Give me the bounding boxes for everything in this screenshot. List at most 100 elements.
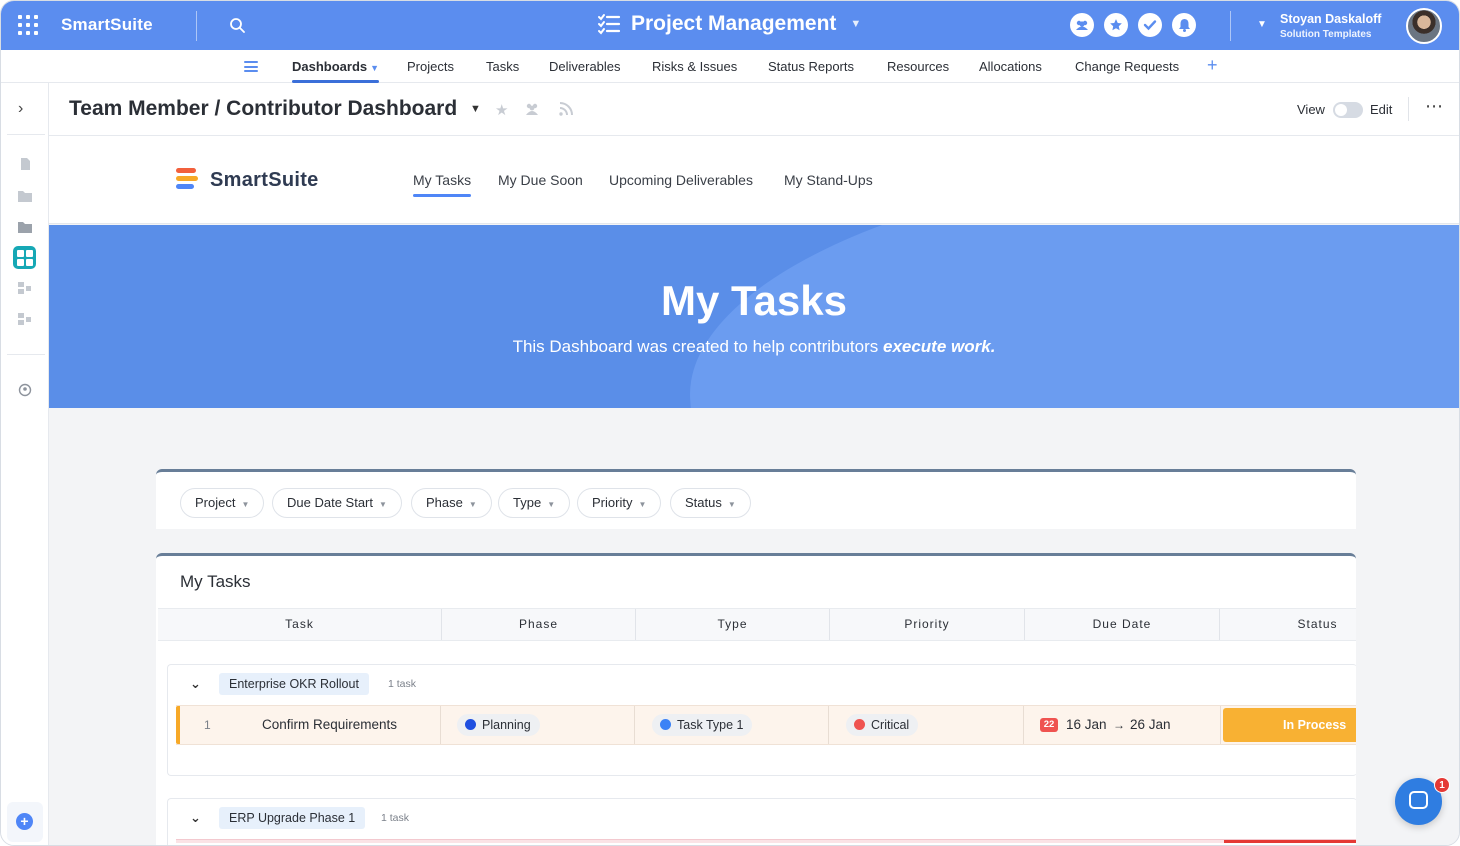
filter-due-date-start[interactable]: Due Date Start ▼ (272, 488, 402, 518)
filter-priority[interactable]: Priority ▼ (577, 488, 662, 518)
column-header-task[interactable]: Task (158, 609, 442, 640)
divider (7, 134, 45, 135)
chevron-right-icon[interactable]: › (18, 100, 23, 118)
user-workspace: Solution Templates (1280, 29, 1372, 40)
app-title-text: Project Management (631, 12, 837, 35)
team-icon[interactable] (524, 101, 540, 117)
tab-my-stand-ups[interactable]: My Stand-Ups (784, 172, 873, 188)
status-badge[interactable] (1224, 840, 1356, 843)
task-group: ⌄ ERP Upgrade Phase 1 1 task (167, 798, 1356, 845)
filter-label: Due Date Start (287, 495, 373, 510)
column-header-phase[interactable]: Phase (442, 609, 636, 640)
star-icon[interactable]: ★ (495, 101, 511, 119)
filter-status[interactable]: Status ▼ (670, 488, 751, 518)
column-header-priority[interactable]: Priority (830, 609, 1025, 640)
status-dot (465, 719, 476, 730)
chevron-down-icon[interactable]: ⌄ (190, 676, 201, 692)
rss-icon[interactable] (558, 101, 574, 117)
bell-icon[interactable] (1172, 13, 1196, 37)
filter-phase[interactable]: Phase ▼ (411, 488, 492, 518)
menu-icon[interactable] (244, 61, 258, 72)
nav-risks-issues[interactable]: Risks & Issues (652, 59, 737, 74)
chevron-down-icon[interactable]: ⌄ (190, 810, 201, 826)
nav-projects[interactable]: Projects (407, 59, 454, 74)
solution-title[interactable]: Project Management ▼ (597, 12, 861, 36)
hero-subtitle-emphasis: execute work. (882, 337, 996, 356)
avatar[interactable] (1406, 8, 1442, 44)
star-icon[interactable] (1104, 13, 1128, 37)
calendar-icon: 22 (1040, 718, 1058, 732)
dashboard-canvas: SmartSuite My Tasks My Due Soon Upcoming… (49, 136, 1459, 845)
nav-tasks[interactable]: Tasks (486, 59, 519, 74)
nav-status-reports[interactable]: Status Reports (768, 59, 854, 74)
status-badge[interactable]: In Process (1223, 708, 1356, 742)
table-row[interactable] (176, 839, 1356, 843)
apps-grid-icon[interactable] (18, 15, 38, 35)
team-icon[interactable] (1070, 13, 1094, 37)
nav-label: Dashboards (292, 59, 368, 74)
filter-bar: Project ▼ Due Date Start ▼ Phase ▼ Type ▼ Pr… (156, 469, 1356, 529)
phase-label: Planning (482, 718, 531, 732)
add-table-button[interactable]: + (1207, 55, 1218, 76)
nav-deliverables[interactable]: Deliverables (549, 59, 621, 74)
column-header-type[interactable]: Type (636, 609, 830, 640)
document-icon[interactable] (17, 157, 33, 171)
widget-title: My Tasks (180, 572, 251, 591)
group-label[interactable]: Enterprise OKR Rollout (219, 673, 369, 695)
chevron-down-icon[interactable]: ▼ (1257, 19, 1267, 30)
dashboard-icon[interactable] (17, 312, 33, 326)
notification-badge: 1 (1434, 777, 1450, 793)
more-options-icon[interactable]: ⋯ (1425, 96, 1444, 117)
my-tasks-widget: My Tasks Task Phase Type Priority Due Da… (156, 553, 1356, 845)
solution-nav: Dashboards ▼ Projects Tasks Deliverables … (1, 50, 1459, 83)
tab-my-tasks[interactable]: My Tasks (413, 172, 472, 197)
nav-dashboards[interactable]: Dashboards ▼ (292, 59, 380, 83)
dashboard-icon[interactable] (13, 246, 36, 269)
phase-pill: Planning (457, 714, 540, 736)
brand-name[interactable]: SmartSuite (61, 15, 153, 35)
filter-type[interactable]: Type ▼ (498, 488, 571, 518)
dashboard-title[interactable]: Team Member / Contributor Dashboard (69, 97, 457, 121)
edit-mode-label: Edit (1370, 102, 1393, 117)
nav-change-requests[interactable]: Change Requests (1075, 59, 1179, 74)
add-button[interactable]: + (16, 813, 33, 830)
column-header-status[interactable]: Status (1220, 609, 1356, 640)
chevron-down-icon[interactable]: ▼ (470, 103, 481, 115)
view-mode-label: View (1297, 102, 1325, 117)
dashboard-icon[interactable] (17, 281, 33, 295)
user-circle-icon[interactable] (17, 383, 33, 397)
view-edit-toggle[interactable] (1333, 102, 1363, 118)
tab-my-due-soon[interactable]: My Due Soon (498, 172, 583, 188)
user-name[interactable]: Stoyan Daskaloff (1280, 12, 1381, 26)
status-dot (854, 719, 865, 730)
nav-allocations[interactable]: Allocations (979, 59, 1042, 74)
hero-subtitle: This Dashboard was created to help contr… (49, 337, 1459, 357)
divider (1408, 97, 1409, 121)
filter-project[interactable]: Project ▼ (180, 488, 265, 518)
chevron-down-icon: ▼ (370, 63, 380, 73)
task-cell[interactable]: 1 Confirm Requirements (176, 706, 441, 744)
divider (196, 11, 197, 41)
check-icon[interactable] (1138, 13, 1162, 37)
phase-cell[interactable]: Planning (441, 706, 635, 744)
folder-icon[interactable] (17, 220, 33, 234)
task-name[interactable]: Confirm Requirements (262, 717, 397, 732)
nav-resources[interactable]: Resources (887, 59, 949, 74)
due-date-end: 26 Jan (1130, 717, 1171, 732)
column-header-due-date[interactable]: Due Date (1025, 609, 1220, 640)
hero-subtitle-text: This Dashboard was created to help contr… (512, 337, 883, 356)
tab-upcoming-deliverables[interactable]: Upcoming Deliverables (609, 172, 753, 188)
priority-cell[interactable]: Critical (829, 706, 1024, 744)
folder-icon[interactable] (17, 189, 33, 203)
table-row[interactable]: 1 Confirm Requirements Planning Task Typ… (176, 705, 1356, 745)
chevron-down-icon: ▼ (468, 500, 477, 509)
group-label[interactable]: ERP Upgrade Phase 1 (219, 807, 366, 829)
type-cell[interactable]: Task Type 1 (635, 706, 829, 744)
left-rail: › + (1, 83, 49, 845)
search-icon[interactable] (229, 17, 245, 33)
chat-bubble-icon (1409, 791, 1428, 809)
chevron-down-icon: ▼ (850, 18, 862, 30)
due-date-cell[interactable]: 22 16 Jan → 26 Jan (1024, 706, 1221, 744)
group-count: 1 task (381, 812, 410, 824)
chevron-down-icon: ▼ (379, 500, 387, 509)
